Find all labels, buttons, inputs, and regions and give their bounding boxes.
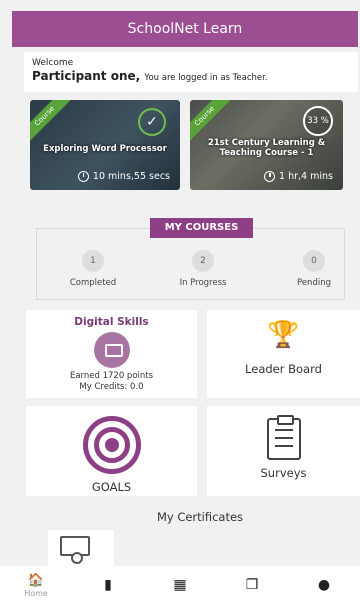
stat-in-progress[interactable]: 2 In Progress — [168, 250, 238, 288]
certificates-section: My Certificates — [26, 504, 360, 574]
leader-board-tile[interactable]: 🏆 Leader Board — [207, 310, 360, 398]
clock-icon — [77, 171, 89, 182]
clipboard-icon — [266, 415, 301, 460]
course-title: 21st Century Learning & Teaching Course … — [207, 138, 326, 158]
course-card-word-processor[interactable]: Course ✓ Exploring Word Processor 10 min… — [30, 100, 180, 190]
tile-title: GOALS — [91, 480, 132, 494]
nav-home[interactable]: 🏠 Home — [0, 572, 72, 598]
digital-skills-tile[interactable]: Digital Skills Earned 1720 points My Cre… — [26, 310, 197, 398]
goals-tile[interactable]: GOALS — [26, 406, 197, 496]
nav-profile[interactable]: ● — [288, 577, 360, 593]
tile-title: Surveys — [260, 466, 307, 480]
stat-pending[interactable]: 0 Pending — [279, 250, 349, 288]
welcome-panel: Welcome Participant one, You are logged … — [24, 52, 358, 92]
app-title: SchoolNet Learn — [127, 21, 243, 37]
stat-count: 1 — [82, 250, 104, 272]
user-icon: ● — [317, 576, 331, 593]
home-icon: 🏠 — [27, 572, 45, 588]
check-icon: ✓ — [138, 108, 166, 136]
copy-icon: ❐ — [245, 576, 259, 593]
certificates-title: My Certificates — [156, 510, 244, 524]
stat-count: 2 — [192, 250, 214, 272]
stat-label: In Progress — [179, 278, 227, 288]
surveys-tile[interactable]: Surveys — [207, 406, 360, 496]
duration-text: 10 mins,55 secs — [92, 171, 170, 182]
stat-completed[interactable]: 1 Completed — [58, 250, 128, 288]
trophy-icon: 🏆 — [267, 320, 300, 350]
user-name: Participant one, — [32, 69, 141, 83]
credits-text: My Credits: 0.0 — [79, 382, 144, 392]
nav-documents[interactable]: ▮ — [72, 577, 144, 593]
course-duration: 1 hr,4 mins — [264, 171, 333, 182]
bottom-nav: 🏠 Home ▮ ▦ ❐ ● — [0, 566, 360, 603]
welcome-user: Participant one, You are logged in as Te… — [32, 69, 352, 83]
progress-badge: 33 % — [303, 106, 333, 136]
duration-text: 1 hr,4 mins — [279, 171, 333, 182]
stat-label: Completed — [69, 278, 117, 288]
app-header: SchoolNet Learn — [12, 11, 358, 47]
target-icon — [82, 416, 141, 474]
certificate-icon — [60, 536, 90, 564]
course-duration: 10 mins,55 secs — [77, 171, 170, 182]
points-text: Earned 1720 points — [69, 371, 154, 381]
course-card-21st-century[interactable]: Course 33 % 21st Century Learning & Teac… — [190, 100, 343, 190]
calendar-icon: ▦ — [173, 576, 187, 593]
stat-label: Pending — [297, 278, 331, 288]
welcome-greeting: Welcome — [32, 58, 74, 68]
nav-home-label: Home — [24, 588, 48, 598]
clock-icon — [264, 171, 276, 182]
nav-copy[interactable]: ❐ — [216, 577, 288, 593]
tile-title: Leader Board — [245, 362, 322, 376]
document-icon: ▮ — [104, 576, 112, 593]
user-role: You are logged in as Teacher. — [144, 73, 268, 83]
nav-calendar[interactable]: ▦ — [144, 577, 216, 593]
course-title: Exploring Word Processor — [43, 144, 167, 154]
my-courses-label: MY COURSES — [150, 218, 253, 238]
stat-count: 0 — [303, 250, 325, 272]
course-ribbon: Course — [30, 100, 75, 146]
badge-icon — [93, 332, 130, 368]
tile-title: Digital Skills — [74, 316, 149, 328]
